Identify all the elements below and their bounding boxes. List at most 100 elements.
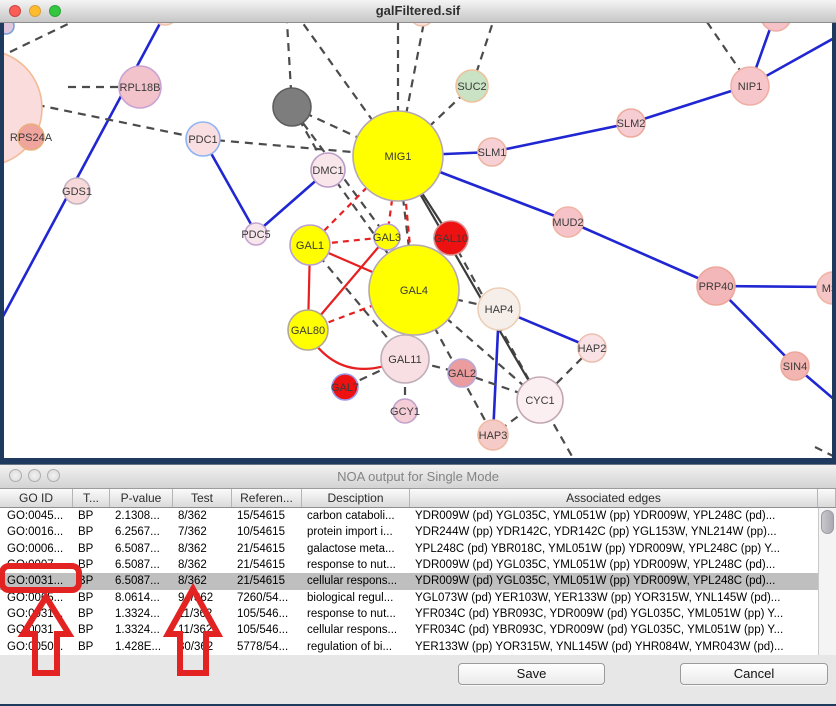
node-label-GAL3: GAL3 [373,232,401,244]
table-cell: 11/362 [173,622,232,638]
table-cell: 21/54615 [232,557,302,573]
node-label-NIP1: NIP1 [738,81,762,93]
table-cell: YGL073W (pd) YER103W, YER133W (pp) YOR31… [410,590,818,606]
table-cell: 6.5087... [110,573,173,589]
table-cell: 11/362 [173,606,232,622]
table-cell: GO:0045... [0,508,73,524]
column-header-Desciption[interactable]: Desciption [302,489,410,507]
table-cell: carbon cataboli... [302,508,410,524]
table-cell: GO:0016... [0,524,73,540]
table-cell: 105/546... [232,622,302,638]
vertical-scrollbar[interactable] [818,508,836,655]
table-cell: GO:0031... [0,606,73,622]
table-cell: 7260/54... [232,590,302,606]
table-cell: 80/362 [173,639,232,655]
table-cell: GO:0065... [0,590,73,606]
column-header-Referen...[interactable]: Referen... [232,489,302,507]
table-cell: YER133W (pp) YOR315W, YNL145W (pd) YHR08… [410,639,818,655]
table-cell: cellular respons... [302,573,410,589]
zoom-button-icon[interactable] [49,5,61,17]
node-label-PRP40: PRP40 [699,281,734,293]
node-label-RPS24A: RPS24A [10,132,53,144]
column-header-P-value[interactable]: P-value [110,489,173,507]
zoom-button-icon[interactable] [47,469,60,482]
table-cell: 21/54615 [232,573,302,589]
node-label-GAL2: GAL2 [448,368,476,380]
close-button-icon[interactable] [9,5,21,17]
graph-window-titlebar[interactable]: galFiltered.sif [0,0,836,23]
table-cell: 6.5087... [110,557,173,573]
table-cell: response to nut... [302,557,410,573]
table-cell: BP [73,573,110,589]
node-label-RPL18B: RPL18B [120,82,161,94]
column-header-T...[interactable]: T... [73,489,110,507]
table-cell: 8/362 [173,541,232,557]
table-row[interactable]: GO:0031...BP6.5087...8/36221/54615cellul… [0,573,836,589]
table-cell: YDR009W (pd) YGL035C, YML051W (pp) YDR00… [410,573,818,589]
table-row[interactable]: GO:0031...BP1.3324...11/362105/546...cel… [0,622,836,638]
table-cell: YFR034C (pd) YBR093C, YDR009W (pd) YGL03… [410,606,818,622]
table-row[interactable]: GO:0065...BP8.0614...94/3627260/54...bio… [0,590,836,606]
table-cell: 105/546... [232,606,302,622]
table-cell: 1.3324... [110,622,173,638]
table-row[interactable]: GO:0045...BP2.1308...8/36215/54615carbon… [0,508,836,524]
scrollbar-thumb[interactable] [821,510,834,534]
table-cell: 8/362 [173,508,232,524]
node-label-DMC1: DMC1 [312,165,343,177]
table-cell: 94/362 [173,590,232,606]
column-header-Test[interactable]: Test [173,489,232,507]
cancel-button[interactable]: Cancel [680,663,828,685]
column-header-Associated edges[interactable]: Associated edges [410,489,818,507]
table-cell: BP [73,508,110,524]
node-label-SLM1: SLM1 [478,147,507,159]
dialog-footer: Save Cancel [0,655,836,706]
table-cell: 6.2567... [110,524,173,540]
minimize-button-icon[interactable] [29,5,41,17]
table-cell: YPL248C (pd) YBR018C, YML051W (pp) YDR00… [410,541,818,557]
table-cell: regulation of bi... [302,639,410,655]
table-cell: 1.3324... [110,606,173,622]
table-cell: BP [73,541,110,557]
node-label-GAL4: GAL4 [400,285,428,297]
node-label-HAP3: HAP3 [479,430,508,442]
noa-output-window: NOA output for Single Mode GO IDT...P-va… [0,464,836,704]
minimize-button-icon[interactable] [28,469,41,482]
table-cell: biological regul... [302,590,410,606]
table-cell: 6.5087... [110,541,173,557]
save-button[interactable]: Save [458,663,605,685]
node-label-GAL80: GAL80 [291,325,325,337]
table-cell: YDR244W (pp) YDR142C, YDR142C (pp) YGL15… [410,524,818,540]
close-button-icon[interactable] [9,469,22,482]
table-row[interactable]: GO:0016...BP6.2567...7/36210/54615protei… [0,524,836,540]
table-cell: BP [73,590,110,606]
node-label-MUD2: MUD2 [552,217,583,229]
table-cell: BP [73,639,110,655]
node-label-SIN4: SIN4 [783,361,807,373]
node-corner-node[interactable] [0,22,14,34]
table-cell: 7/362 [173,524,232,540]
node-label-SLM2: SLM2 [617,118,646,130]
table-body: GO:0045...BP2.1308...8/36215/54615carbon… [0,508,836,655]
network-svg[interactable]: RPL18BRPS24AGDS1PDC1DMC1MIG1SUC2SLM1SLM2… [0,22,836,458]
table-cell: 15/54615 [232,508,302,524]
noa-window-title: NOA output for Single Mode [0,465,836,488]
column-header-GO ID[interactable]: GO ID [0,489,73,507]
table-cell: 8.0614... [110,590,173,606]
table-header: GO IDT...P-valueTestReferen...Desciption… [0,489,836,508]
node-gray-node[interactable] [273,88,311,126]
table-row[interactable]: GO:0050...BP1.428E...80/3625778/54...reg… [0,639,836,655]
column-header-scroll-filler[interactable] [818,489,836,507]
graph-window-title: galFiltered.sif [0,0,836,22]
table-cell: 1.428E... [110,639,173,655]
table-row[interactable]: GO:0007...BP6.5087...8/36221/54615respon… [0,557,836,573]
table-cell: response to nut... [302,606,410,622]
node-label-HAP4: HAP4 [485,304,514,316]
table-row[interactable]: GO:0006...BP6.5087...8/36221/54615galact… [0,541,836,557]
node-label-GAL1: GAL1 [296,240,324,252]
table-cell: GO:0031... [0,622,73,638]
table-cell: BP [73,606,110,622]
noa-window-titlebar[interactable]: NOA output for Single Mode [0,464,836,489]
network-canvas[interactable]: RPL18BRPS24AGDS1PDC1DMC1MIG1SUC2SLM1SLM2… [0,22,836,458]
table-cell: YDR009W (pd) YGL035C, YML051W (pp) YDR00… [410,557,818,573]
table-row[interactable]: GO:0031...BP1.3324...11/362105/546...res… [0,606,836,622]
